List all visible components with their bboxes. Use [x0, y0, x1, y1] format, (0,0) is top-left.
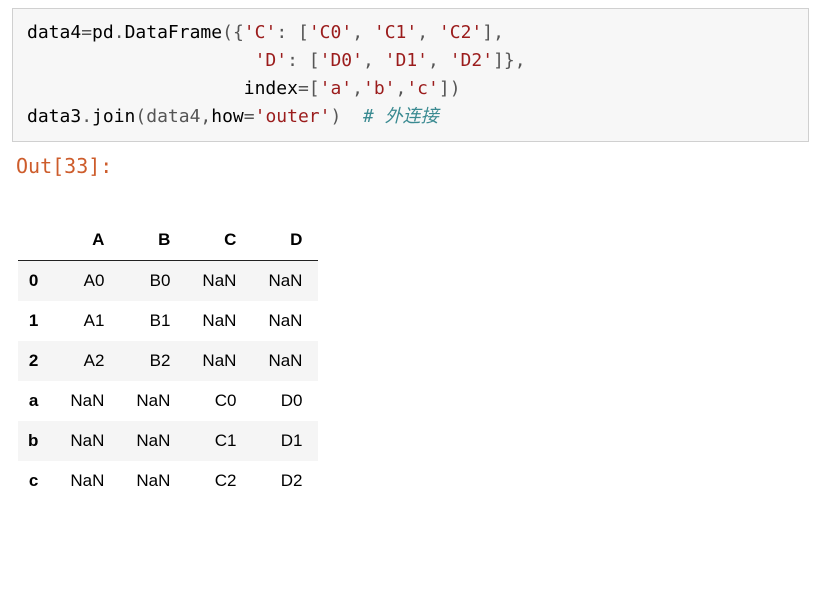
cell: D0 — [252, 381, 318, 421]
output-table-wrap: A B C D 0 A0 B0 NaN NaN 1 A1 B1 NaN NaN — [0, 184, 821, 501]
table-row: 0 A0 B0 NaN NaN — [18, 260, 318, 301]
code-tok: join — [92, 106, 135, 127]
table-header-row: A B C D — [18, 220, 318, 261]
row-index: a — [18, 381, 54, 421]
cell: C2 — [186, 461, 252, 501]
code-cell: data4=pd.DataFrame({'C': ['C0', 'C1', 'C… — [12, 8, 809, 142]
row-index: c — [18, 461, 54, 501]
cell: NaN — [186, 341, 252, 381]
code-tok: , — [428, 50, 450, 71]
code-tok: how — [211, 106, 244, 127]
code-tok: data4 — [27, 22, 81, 43]
cell: D1 — [252, 421, 318, 461]
col-header: D — [252, 220, 318, 261]
cell: A0 — [54, 260, 120, 301]
code-tok: =[ — [298, 78, 320, 99]
cell: C0 — [186, 381, 252, 421]
cell: NaN — [120, 461, 186, 501]
code-tok: data3 — [27, 106, 81, 127]
code-tok: 'b' — [363, 78, 396, 99]
table-row: a NaN NaN C0 D0 — [18, 381, 318, 421]
code-tok: : [ — [287, 50, 320, 71]
col-header: B — [120, 220, 186, 261]
code-tok: . — [81, 106, 92, 127]
table-row: 1 A1 B1 NaN NaN — [18, 301, 318, 341]
code-tok: ) — [330, 106, 363, 127]
cell: B2 — [120, 341, 186, 381]
cell: NaN — [54, 421, 120, 461]
cell: NaN — [186, 260, 252, 301]
cell: D2 — [252, 461, 318, 501]
code-tok: DataFrame — [125, 22, 223, 43]
code-tok: 'D1' — [385, 50, 428, 71]
table-row: 2 A2 B2 NaN NaN — [18, 341, 318, 381]
cell: NaN — [54, 381, 120, 421]
cell: NaN — [252, 341, 318, 381]
code-tok: : [ — [276, 22, 309, 43]
code-tok: 'D2' — [450, 50, 493, 71]
code-tok: ]) — [439, 78, 461, 99]
code-tok: index — [244, 78, 298, 99]
code-tok: pd — [92, 22, 114, 43]
table-row: b NaN NaN C1 D1 — [18, 421, 318, 461]
code-tok: 'C0' — [309, 22, 352, 43]
code-pad — [27, 78, 244, 99]
row-index: 0 — [18, 260, 54, 301]
cell: C1 — [186, 421, 252, 461]
cell: NaN — [186, 301, 252, 341]
col-header: A — [54, 220, 120, 261]
code-tok: = — [81, 22, 92, 43]
table-row: c NaN NaN C2 D2 — [18, 461, 318, 501]
table-corner — [18, 220, 54, 261]
code-tok: 'D' — [255, 50, 288, 71]
dataframe-table: A B C D 0 A0 B0 NaN NaN 1 A1 B1 NaN NaN — [18, 220, 318, 501]
cell: A2 — [54, 341, 120, 381]
cell: NaN — [54, 461, 120, 501]
cell: A1 — [54, 301, 120, 341]
cell: NaN — [252, 260, 318, 301]
code-tok: 'C2' — [439, 22, 482, 43]
code-tok: = — [244, 106, 255, 127]
cell: NaN — [120, 381, 186, 421]
code-tok: ], — [482, 22, 504, 43]
row-index: b — [18, 421, 54, 461]
cell: B0 — [120, 260, 186, 301]
code-tok: 'a' — [320, 78, 353, 99]
code-tok-comment: # 外连接 — [363, 106, 439, 127]
code-tok: 'C' — [244, 22, 277, 43]
code-tok: , — [352, 22, 374, 43]
code-tok: , — [363, 50, 385, 71]
code-tok: ]}, — [493, 50, 526, 71]
code-tok: , — [417, 22, 439, 43]
cell: NaN — [120, 421, 186, 461]
row-index: 1 — [18, 301, 54, 341]
code-tok: 'c' — [406, 78, 439, 99]
cell: NaN — [252, 301, 318, 341]
code-tok: ({ — [222, 22, 244, 43]
code-tok: . — [114, 22, 125, 43]
cell: B1 — [120, 301, 186, 341]
code-tok: 'outer' — [255, 106, 331, 127]
code-tok: , — [352, 78, 363, 99]
code-pad — [27, 50, 255, 71]
row-index: 2 — [18, 341, 54, 381]
code-tok: 'D0' — [320, 50, 363, 71]
code-tok: (data4, — [135, 106, 211, 127]
output-prompt: Out[33]: — [2, 152, 821, 184]
code-tok: , — [396, 78, 407, 99]
col-header: C — [186, 220, 252, 261]
code-tok: 'C1' — [374, 22, 417, 43]
